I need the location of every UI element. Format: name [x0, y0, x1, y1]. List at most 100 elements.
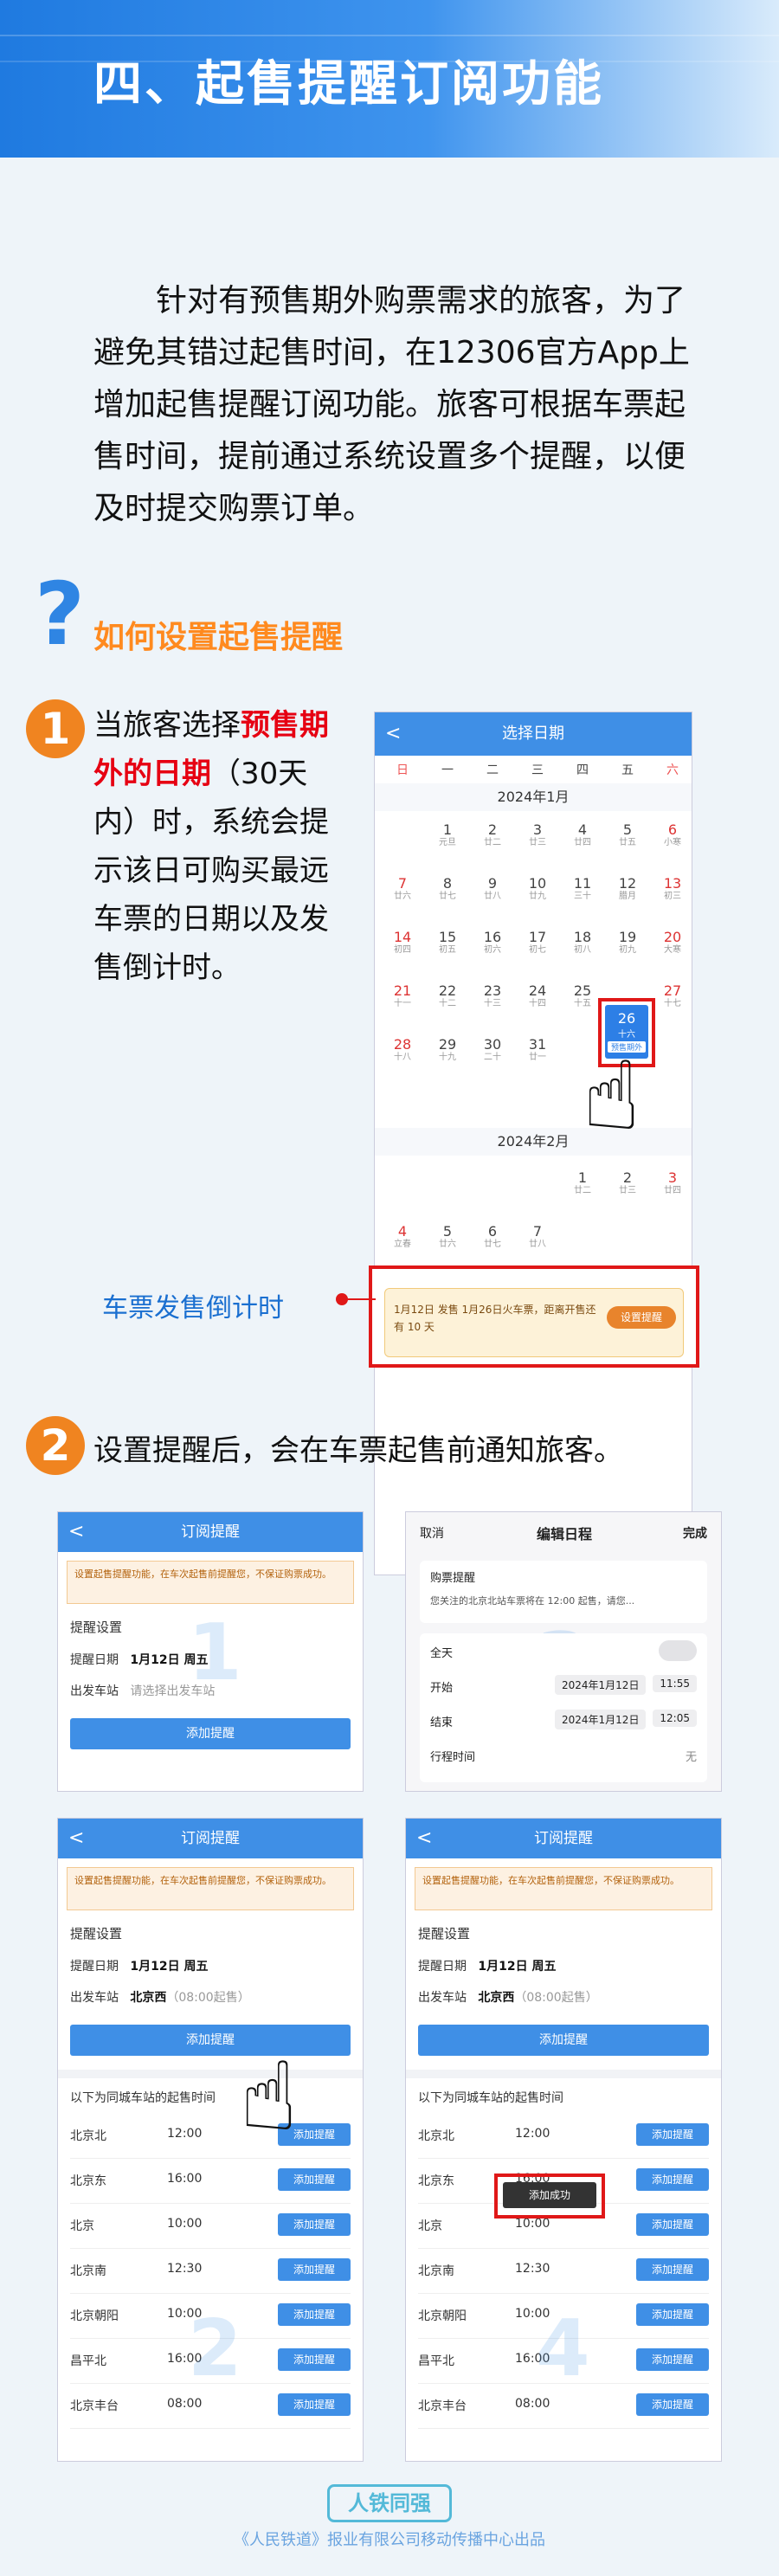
calendar-day[interactable]: 2 廿二: [470, 821, 515, 848]
day-number: 6: [667, 821, 678, 838]
add-reminder-button[interactable]: 添加提醒: [278, 2258, 351, 2281]
calendar-day[interactable]: 15 初五: [425, 929, 470, 956]
calendar-day[interactable]: 1 元旦: [425, 821, 470, 848]
day-lunar: 廿三: [529, 838, 546, 847]
calendar-day[interactable]: 9 廿八: [470, 875, 515, 902]
add-reminder-button[interactable]: 添加提醒: [636, 2348, 709, 2371]
row-label: 提醒日期: [70, 1960, 119, 1974]
row-divider: [70, 2158, 351, 2159]
calendar-day[interactable]: 22 十二: [425, 982, 470, 1009]
add-reminder-button[interactable]: 添加提醒: [636, 2123, 709, 2146]
departure-station-row[interactable]: 出发车站 北京西（08:00起售）: [70, 1988, 351, 2006]
add-reminder-button[interactable]: 添加提醒: [70, 1718, 351, 1749]
start-date[interactable]: 2024年1月12日: [555, 1675, 647, 1695]
hand-cursor-icon: ☝: [583, 1040, 641, 1151]
add-reminder-button[interactable]: 添加提醒: [278, 2393, 351, 2416]
calendar-day[interactable]: 6 廿七: [470, 1223, 515, 1250]
done-button[interactable]: 完成: [683, 1524, 707, 1542]
day-lunar: 廿二: [484, 838, 501, 847]
event-card[interactable]: 购票提醒 您关注的北京北站车票将在 12:00 起售，请您...: [420, 1561, 707, 1623]
add-reminder-button[interactable]: 添加提醒: [636, 2168, 709, 2191]
end-time[interactable]: 12:05: [653, 1710, 697, 1727]
calendar-day[interactable]: 18 初八: [560, 929, 605, 956]
row-label: 出发车站: [418, 1991, 467, 2005]
day-number: 2: [622, 1169, 633, 1186]
calendar-day[interactable]: 11 三十: [560, 875, 605, 902]
day-number: 13: [663, 875, 682, 892]
departure-station-row[interactable]: 出发车站 请选择出发车站: [70, 1682, 351, 1699]
start-time[interactable]: 11:55: [653, 1675, 697, 1692]
calendar-day[interactable]: 24 十四: [515, 982, 560, 1009]
sale-time: 12:00: [515, 2127, 550, 2141]
calendar-day[interactable]: 21 十一: [380, 982, 425, 1009]
day-number: 3: [667, 1169, 678, 1186]
add-reminder-button[interactable]: 添加提醒: [636, 2213, 709, 2236]
back-icon[interactable]: <: [68, 1512, 84, 1552]
add-reminder-button[interactable]: 添加提醒: [418, 2025, 709, 2056]
station-name: 北京北: [418, 2129, 454, 2143]
add-reminder-button[interactable]: 添加提醒: [278, 2168, 351, 2191]
sale-time: 08:00: [515, 2397, 550, 2411]
calendar-day[interactable]: 29 十九: [425, 1036, 470, 1063]
add-reminder-button[interactable]: 添加提醒: [636, 2303, 709, 2326]
calendar-day[interactable]: 3 廿四: [650, 1169, 695, 1196]
calendar-day[interactable]: 2 廿三: [605, 1169, 650, 1196]
add-reminder-button[interactable]: 添加提醒: [70, 2025, 351, 2056]
allday-toggle[interactable]: [659, 1640, 697, 1661]
back-icon[interactable]: <: [385, 712, 401, 756]
travel-time-value[interactable]: 无: [686, 1748, 697, 1764]
calendar-day[interactable]: 19 初九: [605, 929, 650, 956]
weekday-6: 六: [666, 763, 679, 777]
pointer-line: [346, 1298, 376, 1300]
calendar-day[interactable]: 17 初七: [515, 929, 560, 956]
day-lunar: 十七: [664, 999, 681, 1008]
calendar-day[interactable]: 7 廿八: [515, 1223, 560, 1250]
day-number: 31: [528, 1036, 547, 1053]
day-lunar: 十三: [484, 999, 501, 1008]
calendar-day[interactable]: 4 立春: [380, 1223, 425, 1250]
calendar-day[interactable]: 14 初四: [380, 929, 425, 956]
weekday-4: 四: [576, 763, 589, 777]
calendar-day[interactable]: 3 廿三: [515, 821, 560, 848]
calendar-day[interactable]: 28 十八: [380, 1036, 425, 1063]
calendar-day[interactable]: 23 十三: [470, 982, 515, 1009]
station-name: 北京丰台: [70, 2399, 119, 2413]
departure-station-row[interactable]: 出发车站 北京西（08:00起售）: [418, 1988, 709, 2006]
weekday-2: 二: [486, 763, 499, 777]
add-reminder-button[interactable]: 添加提醒: [636, 2258, 709, 2281]
calendar-day[interactable]: 27 十七: [650, 982, 695, 1009]
calendar-day[interactable]: 20 大寒: [650, 929, 695, 956]
cancel-button[interactable]: 取消: [420, 1524, 444, 1542]
back-icon[interactable]: <: [416, 1819, 432, 1858]
calendar-day[interactable]: 4 廿四: [560, 821, 605, 848]
reminder-date-row[interactable]: 提醒日期 1月12日 周五: [70, 1651, 351, 1668]
day-number: 18: [573, 929, 592, 945]
calendar-day[interactable]: 13 初三: [650, 875, 695, 902]
calendar-day[interactable]: 8 廿七: [425, 875, 470, 902]
station-name: 北京南: [70, 2264, 106, 2278]
calendar-day[interactable]: 12 腊月: [605, 875, 650, 902]
calendar-day[interactable]: 7 廿六: [380, 875, 425, 902]
hand-cursor-icon: ☝: [240, 2041, 298, 2152]
calendar-day[interactable]: 10 廿九: [515, 875, 560, 902]
day-lunar: 廿三: [619, 1186, 636, 1195]
set-reminder-button[interactable]: 设置提醒: [607, 1306, 676, 1329]
calendar-day[interactable]: 30 二十: [470, 1036, 515, 1063]
add-reminder-button[interactable]: 添加提醒: [278, 2303, 351, 2326]
add-reminder-button[interactable]: 添加提醒: [636, 2393, 709, 2416]
add-reminder-button[interactable]: 添加提醒: [278, 2348, 351, 2371]
back-icon[interactable]: <: [68, 1819, 84, 1858]
calendar-day[interactable]: 6 小寒: [650, 821, 695, 848]
day-number: 5: [442, 1223, 453, 1240]
row-divider: [70, 2248, 351, 2249]
calendar-day[interactable]: 1 廿二: [560, 1169, 605, 1196]
calendar-day[interactable]: 5 廿五: [605, 821, 650, 848]
reminder-date-row[interactable]: 提醒日期 1月12日 周五: [70, 1957, 351, 1974]
reminder-date-row[interactable]: 提醒日期 1月12日 周五: [418, 1957, 709, 1974]
end-date[interactable]: 2024年1月12日: [555, 1710, 647, 1729]
calendar-day[interactable]: 31 廿一: [515, 1036, 560, 1063]
add-reminder-button[interactable]: 添加提醒: [278, 2213, 351, 2236]
calendar-day[interactable]: 16 初六: [470, 929, 515, 956]
calendar-day[interactable]: 5 廿六: [425, 1223, 470, 1250]
section-heading: 如何设置起售提醒: [93, 620, 344, 655]
